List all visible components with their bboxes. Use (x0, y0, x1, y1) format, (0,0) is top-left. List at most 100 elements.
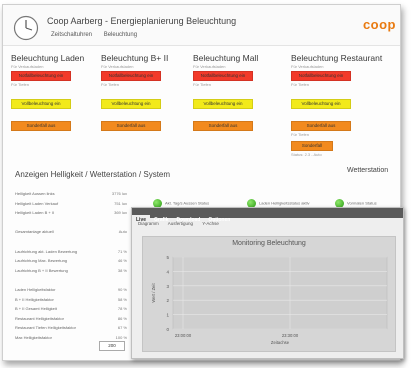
y-tick-label: 1 (166, 313, 169, 318)
chart-area: Monitoring Beleuchtung 5 4 3 2 1 0 23:00:00 23:… (142, 236, 396, 352)
column-mall: Beleuchtung Mall Für Verkaufsladen Notfa… (193, 53, 273, 131)
column-title: Beleuchtung B+ II (101, 53, 169, 63)
column-subtitle: Für Verkaufsladen (193, 64, 226, 69)
monitoring-panel: Live Grafik Download Optionen Diagramm Ausf… (131, 207, 404, 359)
reading-row: Laufrichtung akt. Laden Bewertung 71 % (15, 249, 127, 259)
y-tick-label: 0 (166, 327, 169, 332)
reading-label: B + II Gesamt Helligkeit (15, 306, 57, 312)
subtab-y-achse[interactable]: Y-Achse (202, 221, 219, 226)
column-restaurant: Beleuchtung Restaurant Für Verkaufsladen… (291, 53, 391, 157)
column-subtitle: Für Verkaufsladen (101, 64, 134, 69)
weather-station-title: Wetterstation (347, 167, 389, 174)
reading-label: Helligkeit Laden Verkauf (15, 200, 59, 206)
reading-label: Restaurant Tiefen Helligkeitsfaktor (15, 325, 76, 331)
y-tick-label: 3 (166, 284, 169, 289)
clock-icon (13, 15, 39, 41)
reading-row: Laufrichtung B + II Bewertung 38 % (15, 268, 127, 278)
value-stepper[interactable]: 200 (99, 341, 125, 351)
reading-row: Restaurant Tiefen Helligkeitsfaktor 67 % (15, 325, 127, 335)
full-light-button[interactable]: Vollbeleuchtung ein (291, 99, 351, 109)
full-light-button[interactable]: Vollbeleuchtung ein (101, 99, 161, 109)
full-light-button[interactable]: Vollbeleuchtung ein (193, 99, 253, 109)
reading-value: 78 % (117, 306, 127, 312)
special-off-button[interactable]: Sonderfall aus (11, 121, 71, 131)
special-off-button[interactable]: Sonderfall aus (291, 121, 351, 131)
reading-label: Laufrichtung Max. Bewertung (15, 258, 68, 264)
y-axis-label: Wert / Zeit (151, 283, 156, 303)
coop-logo: coop (362, 17, 396, 32)
subtab-diagramm[interactable]: Diagramm (138, 221, 159, 226)
reading-spacer (15, 239, 127, 249)
header: Coop Aarberg - Energieplanierung Beleuch… (3, 5, 400, 46)
reading-row: Gesamtanlage aktuell Auto (15, 229, 127, 239)
y-tick-label: 4 (166, 269, 169, 274)
reading-value: 58 % (117, 296, 127, 302)
reading-label: Laden Helligkeitsfaktor (15, 286, 56, 292)
column-laden: Beleuchtung Laden Für Verkaufsladen Notf… (11, 53, 91, 131)
emergency-light-button[interactable]: Notfallbeleuchtung ein (193, 71, 253, 81)
reading-label: Gesamtanlage aktuell (15, 229, 54, 235)
y-tick-label: 2 (166, 298, 169, 303)
subtab-ausfertigung[interactable]: Ausfertigung (168, 221, 193, 226)
section-title: Anzeigen Helligkeit / Wetterstation / Sy… (15, 170, 171, 179)
reading-row: Laden Helligkeitsfaktor 90 % (15, 287, 127, 297)
reading-label: Laufrichtung akt. Laden Bewertung (15, 248, 78, 254)
restaurant-status-text: Status: 2.3 - Auto (291, 152, 322, 157)
nav-beleuchtung[interactable]: Beleuchtung (104, 32, 137, 38)
reading-value: 71 % (117, 248, 127, 254)
status-label: Vormaten Status (347, 200, 377, 206)
full-light-button[interactable]: Vollbeleuchtung ein (11, 99, 71, 109)
reading-value: 38 % (117, 267, 127, 273)
reading-row: B + II Helligkeitsfaktor 58 % (15, 297, 127, 307)
x-tick-label: 23:00:00 (175, 333, 192, 338)
column-subtitle: Für Tiefen (291, 132, 310, 137)
reading-row: Helligkeit Laden Verkauf 751 lux (15, 201, 127, 211)
column-title: Beleuchtung Mall (193, 53, 259, 63)
reading-value: 369 lux (114, 210, 127, 216)
reading-value: 46 % (117, 258, 127, 264)
reading-row: B + II Gesamt Helligkeit 78 % (15, 306, 127, 316)
reading-value: 751 lux (114, 200, 127, 206)
reading-spacer (15, 220, 127, 230)
reading-row: Restaurant Helligkeitsfaktor 86 % (15, 316, 127, 326)
reading-value: Auto (118, 229, 127, 235)
nav-zeitschaltuhren[interactable]: Zeitschaltuhren (51, 32, 92, 38)
column-subtitle: Für Verkaufsladen (11, 64, 44, 69)
column-title: Beleuchtung Restaurant (291, 53, 383, 63)
reading-row: Laufrichtung Max. Bewertung 46 % (15, 258, 127, 268)
reading-label: Helligkeit Aussen links (15, 191, 55, 196)
reading-row: Helligkeit Laden B + II 369 lux (15, 210, 127, 220)
special-off-button[interactable]: Sonderfall aus (101, 121, 161, 131)
reading-label: Restaurant Helligkeitsfaktor (15, 315, 64, 321)
emergency-light-button[interactable]: Notfallbeleuchtung ein (291, 71, 351, 81)
reading-value: 3776 lux (111, 191, 127, 196)
reading-label: Max Helligkeitsfaktor (15, 334, 52, 340)
special-button[interactable]: Sonderfall (291, 141, 333, 151)
reading-value: 90 % (117, 286, 127, 292)
emergency-light-button[interactable]: Notfallbeleuchtung ein (11, 71, 71, 81)
x-axis-label: Zeitachse (271, 340, 290, 345)
special-off-button[interactable]: Sonderfall aus (193, 121, 253, 131)
reading-label: Laufrichtung B + II Bewertung (15, 267, 68, 273)
reading-row: Helligkeit Aussen links 3776 lux (15, 191, 127, 201)
column-b-ii: Beleuchtung B+ II Für Verkaufsladen Notf… (101, 53, 181, 131)
y-tick-label: 5 (166, 255, 169, 260)
main-nav: Zeitschaltuhren Beleuchtung (51, 32, 147, 38)
reading-label: B + II Helligkeitsfaktor (15, 296, 54, 302)
emergency-light-button[interactable]: Notfallbeleuchtung ein (101, 71, 161, 81)
column-title: Beleuchtung Laden (11, 53, 85, 63)
reading-label: Helligkeit Laden B + II (15, 210, 55, 216)
status-label: Akt. Tag/s Aussen Status (165, 200, 210, 206)
reading-spacer (15, 277, 127, 287)
reading-value: 100 % (115, 334, 127, 340)
plot-background (172, 256, 388, 330)
panel-tabs: Live Grafik Download Optionen (132, 208, 403, 225)
reading-value: 86 % (117, 315, 127, 321)
x-tick-label: 23:30:00 (282, 333, 299, 338)
readings-list: Helligkeit Aussen links 3776 lux Helligke… (15, 191, 127, 345)
status-label: Laden Helligkeitsstatus aktiv (259, 200, 310, 206)
chart-svg: 5 4 3 2 1 0 23:00:00 23:30:00 Zeitachse Wert / Ze… (151, 255, 388, 345)
app-title: Coop Aarberg - Energieplanierung Beleuch… (47, 16, 237, 26)
column-subtitle: Für Verkaufsladen (291, 64, 324, 69)
reading-value: 67 % (117, 325, 127, 331)
